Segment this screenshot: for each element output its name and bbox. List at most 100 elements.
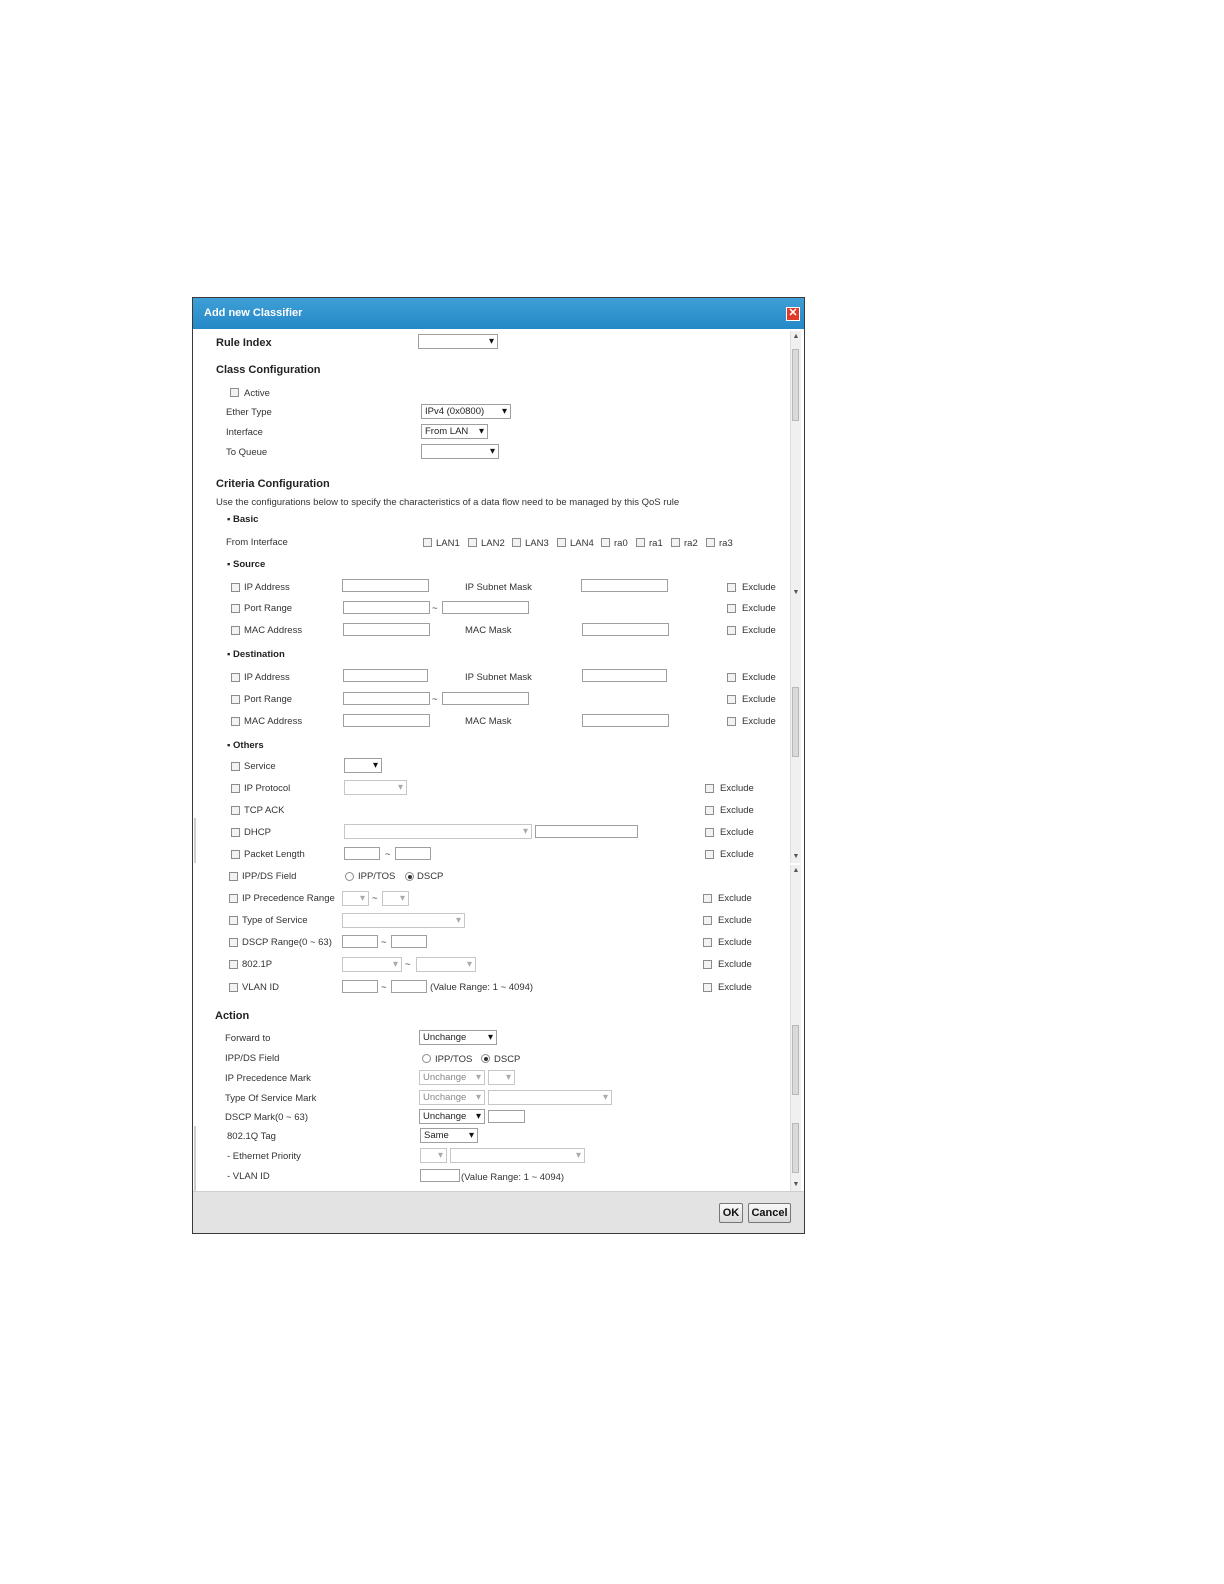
scroll-up-icon[interactable]: ▲	[792, 333, 800, 341]
scroll-thumb[interactable]	[792, 1025, 799, 1095]
dst-mac-address-input[interactable]	[343, 714, 430, 727]
ip-protocol-exclude-checkbox[interactable]	[705, 784, 714, 793]
tag-8021q-select[interactable]: Same	[420, 1128, 478, 1143]
ether-type-select[interactable]: IPv4 (0x0800)	[421, 404, 511, 419]
vlan-id-max-input[interactable]	[391, 980, 427, 993]
dst-port-exclude-checkbox[interactable]	[727, 695, 736, 704]
dscp-mark-input[interactable]	[488, 1110, 525, 1123]
src-ip-subnet-mask-input[interactable]	[581, 579, 668, 592]
src-mac-address-checkbox[interactable]	[231, 626, 240, 635]
tcp-ack-exclude-checkbox[interactable]	[705, 806, 714, 815]
tos-mark-select[interactable]: Unchange	[419, 1090, 485, 1105]
src-port-end-input[interactable]	[442, 601, 529, 614]
ipp-tos-radio[interactable]	[345, 872, 354, 881]
dst-ip-address-checkbox[interactable]	[231, 673, 240, 682]
scrollbar-lower[interactable]: ▲ ▼	[790, 865, 801, 1191]
src-mac-address-input[interactable]	[343, 623, 430, 636]
vlan-id-exclude-checkbox[interactable]	[703, 983, 712, 992]
src-port-start-input[interactable]	[343, 601, 430, 614]
scrollbar-upper[interactable]: ▲ ▼ ▼	[790, 331, 801, 863]
dst-ip-subnet-mask-input[interactable]	[582, 669, 667, 682]
type-of-service-exclude-checkbox[interactable]	[703, 916, 712, 925]
src-port-exclude-checkbox[interactable]	[727, 604, 736, 613]
packet-length-exclude-checkbox[interactable]	[705, 850, 714, 859]
src-mac-exclude-checkbox[interactable]	[727, 626, 736, 635]
lan3-checkbox[interactable]	[512, 538, 521, 547]
ip-precedence-mark-select[interactable]: Unchange	[419, 1070, 485, 1085]
dst-port-end-input[interactable]	[442, 692, 529, 705]
dst-mac-address-checkbox[interactable]	[231, 717, 240, 726]
ip-precedence-min-select[interactable]	[342, 891, 369, 906]
p8021p-max-select[interactable]	[416, 957, 476, 972]
dst-mac-exclude-checkbox[interactable]	[727, 717, 736, 726]
interface-select[interactable]: From LAN	[421, 424, 488, 439]
cancel-button[interactable]: Cancel	[748, 1203, 791, 1223]
scroll-up-icon[interactable]: ▲	[792, 867, 800, 875]
src-mac-mask-input[interactable]	[582, 623, 669, 636]
vlan-id-checkbox[interactable]	[229, 983, 238, 992]
service-select[interactable]	[344, 758, 382, 773]
dscp-range-max-input[interactable]	[391, 935, 427, 948]
action-dscp-radio[interactable]	[481, 1054, 490, 1063]
lan4-checkbox[interactable]	[557, 538, 566, 547]
dscp-range-exclude-checkbox[interactable]	[703, 938, 712, 947]
scroll-thumb[interactable]	[792, 1123, 799, 1173]
dst-ip-exclude-checkbox[interactable]	[727, 673, 736, 682]
active-checkbox[interactable]	[230, 388, 239, 397]
dst-port-start-input[interactable]	[343, 692, 430, 705]
src-ip-address-input[interactable]	[342, 579, 429, 592]
type-of-service-select[interactable]	[342, 913, 465, 928]
ip-precedence-mark-value-select[interactable]	[488, 1070, 515, 1085]
ra2-checkbox[interactable]	[671, 538, 680, 547]
dhcp-input[interactable]	[535, 825, 638, 838]
dst-mac-mask-input[interactable]	[582, 714, 669, 727]
scroll-thumb[interactable]	[792, 687, 799, 757]
src-ip-address-checkbox[interactable]	[231, 583, 240, 592]
close-icon[interactable]: ✕	[786, 307, 800, 321]
dhcp-exclude-checkbox[interactable]	[705, 828, 714, 837]
p8021p-exclude-checkbox[interactable]	[703, 960, 712, 969]
ip-protocol-select[interactable]	[344, 780, 407, 795]
src-ip-exclude-checkbox[interactable]	[727, 583, 736, 592]
ethernet-priority-value-select[interactable]	[450, 1148, 585, 1163]
ra0-checkbox[interactable]	[601, 538, 610, 547]
forward-to-select[interactable]: Unchange	[419, 1030, 497, 1045]
action-ipp-tos-radio[interactable]	[422, 1054, 431, 1063]
to-queue-select[interactable]	[421, 444, 499, 459]
scroll-down-icon[interactable]: ▼	[792, 589, 800, 597]
scroll-down-icon[interactable]: ▼	[792, 853, 800, 861]
p8021p-checkbox[interactable]	[229, 960, 238, 969]
type-of-service-checkbox[interactable]	[229, 916, 238, 925]
ip-precedence-max-select[interactable]	[382, 891, 409, 906]
ip-protocol-checkbox[interactable]	[231, 784, 240, 793]
ethernet-priority-select[interactable]	[420, 1148, 447, 1163]
p8021p-min-select[interactable]	[342, 957, 402, 972]
service-checkbox[interactable]	[231, 762, 240, 771]
packet-length-min-input[interactable]	[344, 847, 380, 860]
dst-port-range-checkbox[interactable]	[231, 695, 240, 704]
dhcp-select[interactable]	[344, 824, 532, 839]
ra1-checkbox[interactable]	[636, 538, 645, 547]
dscp-mark-select[interactable]: Unchange	[419, 1109, 485, 1124]
scroll-down-icon[interactable]: ▼	[792, 1181, 800, 1189]
lan2-checkbox[interactable]	[468, 538, 477, 547]
ok-button[interactable]: OK	[719, 1203, 743, 1223]
src-port-range-checkbox[interactable]	[231, 604, 240, 613]
dst-ip-address-input[interactable]	[343, 669, 428, 682]
lan1-checkbox[interactable]	[423, 538, 432, 547]
tcp-ack-checkbox[interactable]	[231, 806, 240, 815]
packet-length-checkbox[interactable]	[231, 850, 240, 859]
dscp-range-min-input[interactable]	[342, 935, 378, 948]
dscp-range-checkbox[interactable]	[229, 938, 238, 947]
ra3-checkbox[interactable]	[706, 538, 715, 547]
ip-precedence-range-checkbox[interactable]	[229, 894, 238, 903]
ip-precedence-exclude-checkbox[interactable]	[703, 894, 712, 903]
scroll-thumb[interactable]	[792, 349, 799, 421]
action-vlan-id-input[interactable]	[420, 1169, 460, 1182]
rule-index-select[interactable]	[418, 334, 498, 349]
vlan-id-min-input[interactable]	[342, 980, 378, 993]
dscp-radio[interactable]	[405, 872, 414, 881]
tos-mark-value-select[interactable]	[488, 1090, 612, 1105]
dhcp-checkbox[interactable]	[231, 828, 240, 837]
packet-length-max-input[interactable]	[395, 847, 431, 860]
